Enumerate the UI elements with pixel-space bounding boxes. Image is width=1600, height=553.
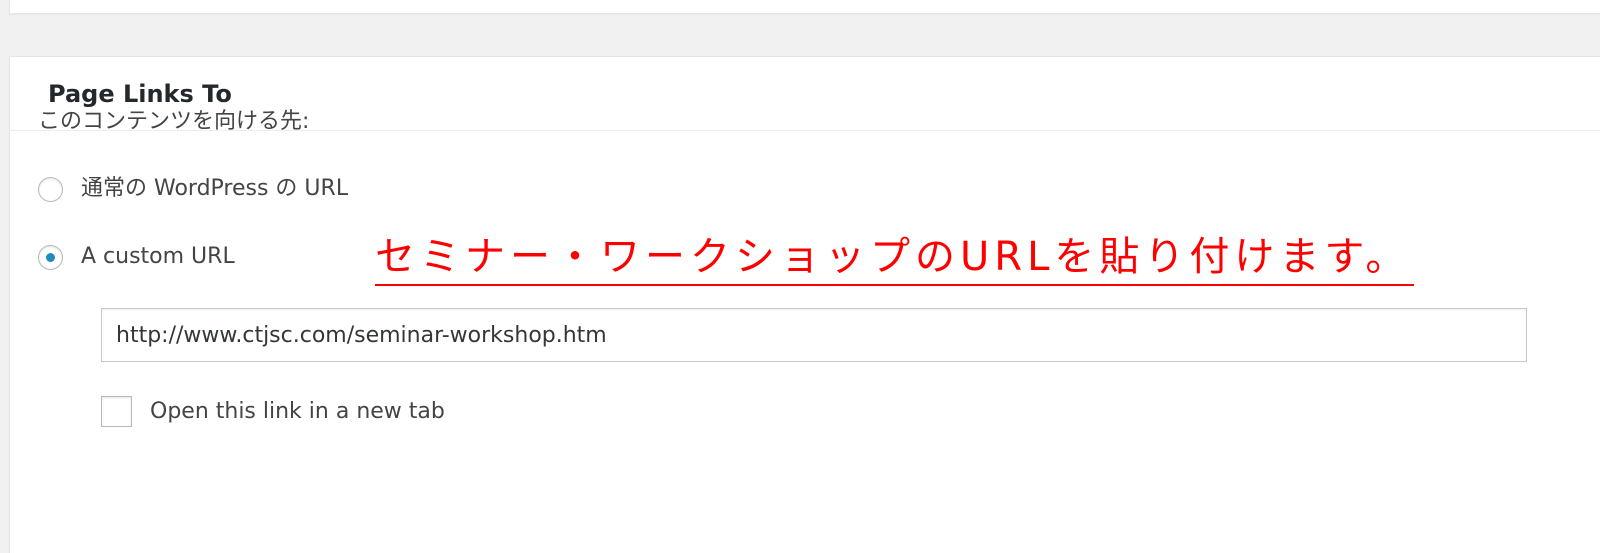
radio-label-wordpress-url: 通常の WordPress の URL <box>81 176 349 201</box>
new-tab-option[interactable]: Open this link in a new tab <box>101 396 445 427</box>
new-tab-checkbox[interactable] <box>101 396 132 427</box>
radio-option-custom-url[interactable]: A custom URL <box>38 242 235 272</box>
radio-option-wordpress-url[interactable]: 通常の WordPress の URL <box>38 174 348 204</box>
radio-button-wordpress-url[interactable] <box>38 176 63 202</box>
red-annotation-text: セミナー・ワークショップのURLを貼り付けます。 <box>375 230 1415 286</box>
previous-metabox-panel <box>9 0 1600 14</box>
radio-button-custom-url[interactable] <box>38 244 63 270</box>
custom-url-input[interactable] <box>101 308 1527 362</box>
intro-text: このコンテンツを向ける先: <box>38 109 310 134</box>
radio-label-custom-url: A custom URL <box>81 244 235 269</box>
new-tab-label: Open this link in a new tab <box>150 398 445 424</box>
